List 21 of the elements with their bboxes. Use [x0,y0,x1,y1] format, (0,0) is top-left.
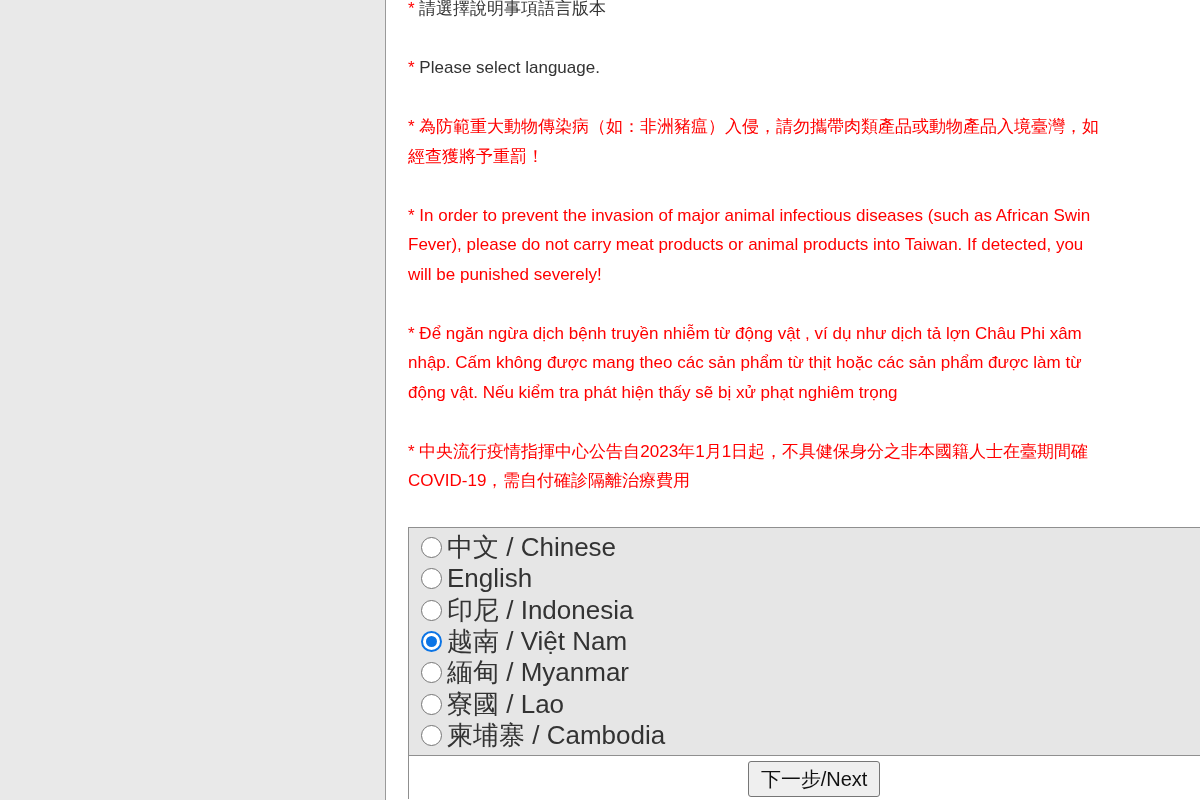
warning-notice: * 為防範重大動物傳染病（如：非洲豬瘟）入侵，請勿攜帶肉類產品或動物產品入境臺灣，如 經查獲將予重罰！ [408,116,1100,168]
language-option[interactable]: 越南 / Việt Nam [421,625,628,658]
radio-button[interactable] [421,599,442,621]
radio-button[interactable] [421,693,442,715]
language-option[interactable]: 寮國 / Lao [421,688,565,720]
instruction-text: * Please select language. [408,57,600,79]
radio-button[interactable] [421,568,442,590]
warning-notice: * In order to prevent the invasion of major animal infectious diseases (such as African Swin Fever), please do not carry meat products or animal products into Taiwan. If detected, you will be punished severely! [408,204,1091,286]
language-option[interactable]: 緬甸 / Myanmar [421,657,630,689]
radio-button[interactable] [421,662,442,684]
radio-button[interactable] [421,724,442,746]
language-option[interactable]: 中文 / Chinese [421,532,617,564]
language-option[interactable]: English [421,563,533,595]
warning-notice: * 中央流行疫情指揮中心公告自2023年1月1日起，不具健保身分之非本國籍人士在臺期間確 COVID-19，需自付確診隔離治療費用 [408,440,1089,492]
next-button[interactable]: 下一步/Next [747,761,881,798]
instruction-text: * 請選擇說明事項語言版本 [408,0,607,17]
warning-notice: * Để ngăn ngừa dịch bệnh truyền nhiễm từ động vật , ví dụ như dịch tả lợn Châu Phi xâm nhập. Cấm không được mang theo các sản phẩm từ thịt hoặc các sản phẩm được làm từ động vật. Nếu kiểm tra phát hiện thấy sẽ bị xử phạt nghiêm trọng [408,322,1082,404]
radio-button[interactable] [421,631,442,653]
language-option[interactable]: 印尼 / Indonesia [421,594,634,626]
radio-button[interactable] [421,537,442,559]
language-option[interactable]: 柬埔寨 / Cambodia [421,719,666,752]
